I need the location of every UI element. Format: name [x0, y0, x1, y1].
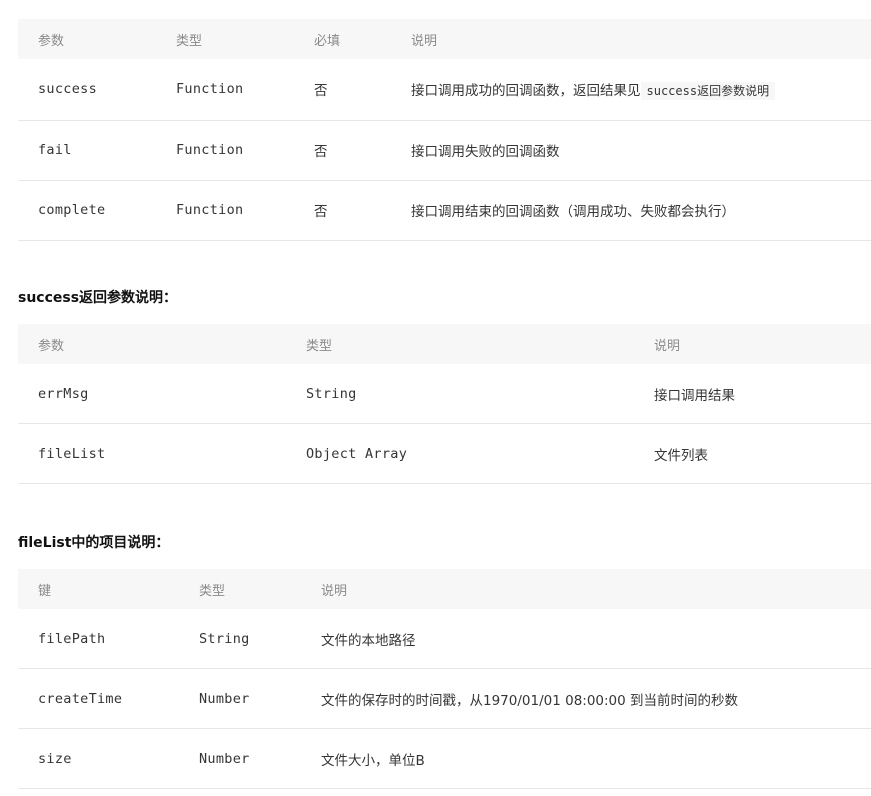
key-type: Number: [179, 728, 301, 789]
param-type: Function: [156, 59, 294, 121]
table-row: createTime Number 文件的保存时的时间戳，从1970/01/01…: [18, 668, 871, 729]
table-row: size Number 文件大小，单位B: [18, 728, 871, 789]
header-type: 类型: [156, 19, 294, 59]
header-desc: 说明: [634, 324, 871, 364]
header-required: 必填: [294, 19, 391, 59]
key-desc: 文件的保存时的时间戳，从1970/01/01 08:00:00 到当前时间的秒数: [301, 668, 871, 729]
param-required: 否: [294, 180, 391, 241]
section-title-filelist: fileList中的项目说明：: [18, 535, 170, 551]
param-desc: 接口调用结束的回调函数（调用成功、失败都会执行）: [391, 180, 871, 241]
key-desc: 文件的本地路径: [301, 609, 871, 669]
table-header-row: 参数 类型 说明: [18, 324, 871, 364]
key-name: size: [18, 728, 179, 789]
param-desc-cell: 接口调用成功的回调函数，返回结果见 success返回参数说明: [391, 59, 871, 121]
key-desc: 文件大小，单位B: [301, 728, 871, 789]
param-desc: 接口调用结果: [634, 364, 871, 424]
param-required: 否: [294, 120, 391, 181]
header-type: 类型: [179, 569, 301, 609]
param-name: fail: [18, 120, 156, 181]
param-desc: 接口调用成功的回调函数，返回结果见: [411, 83, 641, 100]
success-return-table: 参数 类型 说明 errMsg String 接口调用结果 fileList O…: [18, 324, 871, 484]
key-type: String: [179, 609, 301, 669]
table-row: fileList Object Array 文件列表: [18, 423, 871, 484]
table-row: fail Function 否 接口调用失败的回调函数: [18, 120, 871, 181]
header-type: 类型: [286, 324, 634, 364]
header-desc: 说明: [301, 569, 871, 609]
table-row: errMsg String 接口调用结果: [18, 364, 871, 424]
key-name: createTime: [18, 668, 179, 729]
param-type: Function: [156, 180, 294, 241]
table-row: success Function 否 接口调用成功的回调函数，返回结果见 succ…: [18, 59, 871, 121]
param-name: fileList: [18, 423, 286, 484]
param-desc: 文件列表: [634, 423, 871, 484]
header-key: 键: [18, 569, 179, 609]
param-name: success: [18, 59, 156, 121]
success-params-link[interactable]: success返回参数说明: [640, 82, 776, 101]
param-name: complete: [18, 180, 156, 241]
param-type: String: [286, 364, 634, 424]
header-param: 参数: [18, 19, 156, 59]
key-name: filePath: [18, 609, 179, 669]
section-title-success: success返回参数说明：: [18, 290, 178, 306]
table-row: filePath String 文件的本地路径: [18, 609, 871, 669]
header-desc: 说明: [391, 19, 871, 59]
table-header-row: 键 类型 说明: [18, 569, 871, 609]
key-type: Number: [179, 668, 301, 729]
header-param: 参数: [18, 324, 286, 364]
param-type: Function: [156, 120, 294, 181]
table-header-row: 参数 类型 必填 说明: [18, 19, 871, 59]
param-name: errMsg: [18, 364, 286, 424]
param-required: 否: [294, 59, 391, 121]
filelist-items-table: 键 类型 说明 filePath String 文件的本地路径 createTi…: [18, 569, 871, 789]
table-row: complete Function 否 接口调用结束的回调函数（调用成功、失败都…: [18, 180, 871, 241]
params-table: 参数 类型 必填 说明 success Function 否 接口调用成功的回调…: [18, 19, 871, 241]
param-desc: 接口调用失败的回调函数: [391, 120, 871, 181]
param-type: Object Array: [286, 423, 634, 484]
